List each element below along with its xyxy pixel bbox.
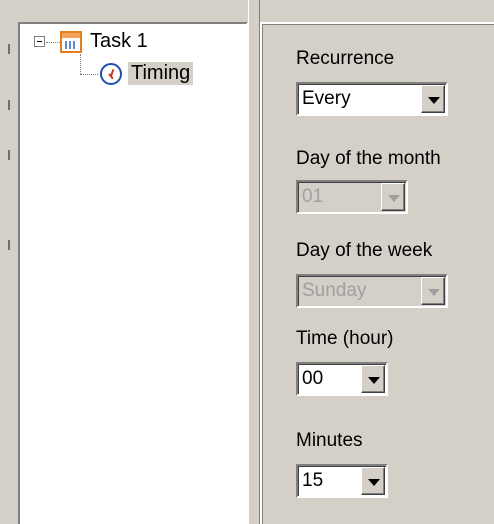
- day-of-month-label: Day of the month: [296, 148, 441, 169]
- chevron-down-icon[interactable]: [361, 365, 385, 393]
- tree-node-task-label: Task 1: [90, 30, 148, 52]
- tree-connector: [80, 74, 98, 76]
- calendar-icon: [60, 30, 82, 53]
- minutes-value: 15: [302, 470, 324, 491]
- recurrence-label: Recurrence: [296, 48, 395, 69]
- time-hour-label: Time (hour): [296, 328, 394, 349]
- time-hour-select[interactable]: 00: [296, 362, 388, 396]
- edge-tick: [8, 240, 10, 250]
- minutes-select[interactable]: 15: [296, 464, 388, 498]
- collapse-toggle-icon[interactable]: [34, 36, 45, 47]
- chevron-down-icon[interactable]: [421, 85, 445, 113]
- task-tree[interactable]: Task 1 Timing: [18, 22, 248, 524]
- recurrence-select[interactable]: Every: [296, 82, 448, 116]
- chevron-down-icon: [421, 277, 445, 305]
- left-edge-strip: [0, 0, 18, 524]
- recurrence-value: Every: [302, 88, 351, 109]
- edge-tick: [8, 100, 10, 110]
- edge-tick: [8, 44, 10, 54]
- chevron-down-icon: [381, 183, 405, 211]
- minutes-label: Minutes: [296, 430, 363, 451]
- edge-tick: [8, 150, 10, 160]
- day-of-week-select: Sunday: [296, 274, 448, 308]
- tree-node-timing[interactable]: Timing: [100, 62, 194, 85]
- day-of-week-label: Day of the week: [296, 240, 433, 261]
- day-of-month-select: 01: [296, 180, 408, 214]
- tree-node-task[interactable]: Task 1: [60, 30, 148, 53]
- timing-properties-panel: Recurrence Every Day of the month 01 Day…: [260, 22, 494, 524]
- day-of-week-value: Sunday: [302, 280, 367, 301]
- time-hour-value: 00: [302, 368, 324, 389]
- tree-connector: [46, 42, 60, 44]
- panel-splitter[interactable]: [248, 0, 260, 524]
- tree-node-timing-label: Timing: [128, 62, 194, 85]
- task-scheduler-window: Task 1 Timing Recurrence Every Day of th…: [0, 0, 494, 524]
- chevron-down-icon[interactable]: [361, 467, 385, 495]
- tree-connector: [80, 54, 82, 74]
- day-of-month-value: 01: [302, 186, 324, 207]
- clock-icon: [100, 62, 122, 85]
